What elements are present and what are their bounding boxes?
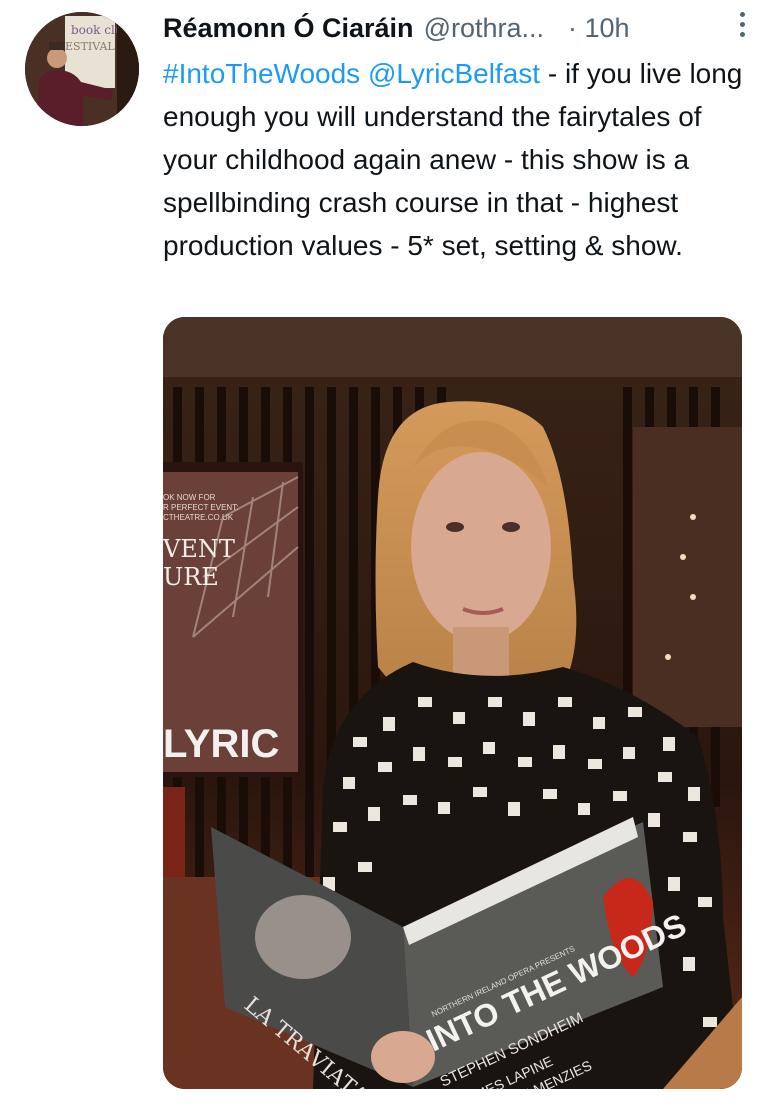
poster-small-3: CTHEATRE.CO.UK [163,513,234,522]
avatar-sign-line2: ESTIVAL [65,40,115,53]
poster-line-2: URE [163,563,219,591]
mention-link[interactable]: @LyricBelfast [368,58,540,89]
tweet[interactable]: book club ESTIVAL Réamonn Ó Ciaráin @rot… [0,0,768,1107]
poster-line-1: VENT [163,535,235,563]
tweet-text: #IntoTheWoods @LyricBelfast - if you liv… [163,52,753,267]
timestamp[interactable]: · 10h [568,13,630,44]
more-vertical-icon[interactable] [738,12,746,42]
avatar-image: book club ESTIVAL [25,12,139,126]
poster-small-1: OK NOW FOR [163,493,216,502]
tweet-photo[interactable]: OK NOW FOR R PERFECT EVENT: CTHEATRE.CO.… [163,317,742,1089]
author-handle[interactable]: @rothra... [424,13,544,44]
tweet-header: Réamonn Ó Ciaráin @rothra... · 10h [163,8,748,48]
poster-small-2: R PERFECT EVENT: [163,503,238,512]
hashtag-link[interactable]: #IntoTheWoods [163,58,360,89]
photo-image: OK NOW FOR R PERFECT EVENT: CTHEATRE.CO.… [163,317,742,1089]
venue-logo: LYRIC [163,722,279,766]
avatar[interactable]: book club ESTIVAL [25,12,139,126]
author-name[interactable]: Réamonn Ó Ciaráin [163,13,414,44]
